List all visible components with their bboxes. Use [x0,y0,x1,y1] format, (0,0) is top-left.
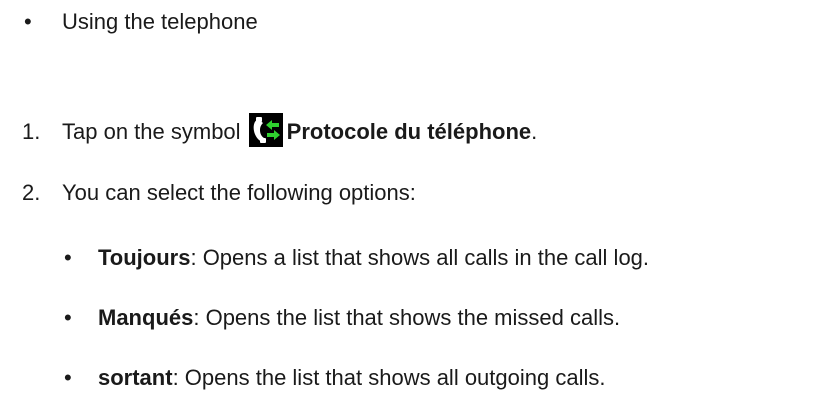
option-item: • sortant: Opens the list that shows all … [64,365,605,391]
option-item: • Toujours: Opens a list that shows all c… [64,245,649,271]
step-number: 2. [22,180,41,205]
intro-bullet-item: • Using the telephone [24,9,258,35]
step-2: 2. You can select the following options: [22,180,416,206]
step-1: 1. Tap on the symbol Protocole du télépho… [22,113,537,147]
step-number: 1. [22,119,41,144]
intro-text: Using the telephone [62,9,258,34]
option-description: : Opens a list that shows all calls in t… [190,245,650,270]
option-term: Toujours [98,245,191,270]
option-description: : Opens the list that shows all outgoing… [172,365,606,390]
option-description: : Opens the list that shows the missed c… [193,305,621,330]
bullet-marker: • [64,365,72,390]
step-text: Tap on the symbol [62,119,241,144]
bullet-marker: • [64,305,72,330]
option-term: sortant [98,365,173,390]
phone-log-icon [248,113,283,147]
bullet-marker: • [24,9,32,34]
step-punctuation: . [531,119,538,144]
bullet-marker: • [64,245,72,270]
option-item: • Manqués: Opens the list that shows the … [64,305,620,331]
step-text: You can select the following options: [62,180,416,205]
option-term: Manqués [98,305,194,330]
step-bold-text: Protocole du téléphone [286,119,532,144]
